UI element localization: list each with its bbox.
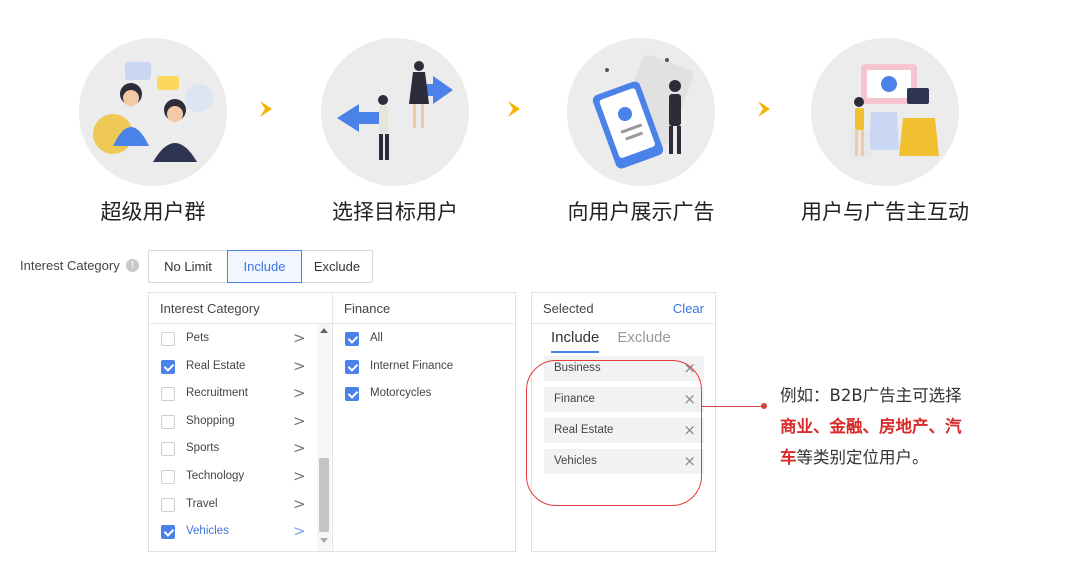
highlight-oval xyxy=(526,360,702,506)
scroll-down-icon[interactable] xyxy=(320,538,328,543)
chevron-right-icon[interactable]: > xyxy=(293,522,306,540)
checkbox[interactable] xyxy=(345,332,359,346)
chevron-right-icon[interactable]: > xyxy=(293,495,306,513)
step-title: 向用户展示广告 xyxy=(567,200,715,224)
chevron-right-icon[interactable]: > xyxy=(293,412,306,430)
checkbox[interactable] xyxy=(161,332,175,346)
annotation-highlight: 商业、金融、房地产、汽 xyxy=(780,417,962,436)
clear-button[interactable]: Clear xyxy=(673,301,704,316)
annotation-text: 例如：B2B广告主可选择 商业、金融、房地产、汽 车等类别定位用户。 xyxy=(780,380,1030,473)
finance-item-motorcycles[interactable]: Motorcycles xyxy=(333,379,515,407)
checkbox[interactable] xyxy=(161,442,175,457)
category-panel: Interest Category Pets > Real Estate > R… xyxy=(148,292,516,552)
category-label: Sports xyxy=(186,442,220,455)
category-label: Pets xyxy=(186,332,210,344)
category-item-recruitment[interactable]: Recruitment > xyxy=(149,379,317,407)
annotation-line-1: 例如：B2B广告主可选择 xyxy=(780,386,962,405)
annotation-connector-line xyxy=(702,406,764,407)
annotation-line-2: 商业、金融、房地产、汽 xyxy=(780,411,1030,442)
step-title: 超级用户群 xyxy=(100,200,206,224)
category-item-real-estate[interactable]: Real Estate > xyxy=(149,352,317,380)
category-scrollbar[interactable] xyxy=(317,324,331,551)
category-item-vehicles[interactable]: Vehicles > xyxy=(149,517,317,545)
interest-category-column: Interest Category Pets > Real Estate > R… xyxy=(149,293,333,551)
flow-step-1: 超级用户群 xyxy=(68,38,238,226)
annotation-line-3: 车等类别定位用户。 xyxy=(780,442,1030,473)
scroll-up-icon[interactable] xyxy=(320,328,328,333)
target-user-illustration-icon xyxy=(321,38,469,186)
finance-list: All Internet Finance Motorcycles xyxy=(333,324,515,407)
chevron-right-icon xyxy=(260,101,272,117)
info-icon[interactable]: ! xyxy=(126,259,139,272)
chevron-right-icon[interactable]: > xyxy=(293,357,306,375)
chevron-right-icon[interactable]: > xyxy=(293,384,306,402)
category-list: Pets > Real Estate > Recruitment > Shopp… xyxy=(149,324,317,545)
category-label: Vehicles xyxy=(186,525,229,538)
chevron-right-icon[interactable]: > xyxy=(293,439,306,457)
category-label: Recruitment xyxy=(186,387,248,400)
chevron-right-icon xyxy=(508,101,520,117)
flow-step-3: 向用户展示广告 xyxy=(556,38,726,226)
category-label: Real Estate xyxy=(186,359,246,372)
user-group-illustration-icon xyxy=(79,38,227,186)
annotation-highlight: 车 xyxy=(780,448,797,467)
option-exclude-button[interactable]: Exclude xyxy=(301,250,373,283)
interaction-illustration-icon xyxy=(811,38,959,186)
interest-mode-segmented-control: No Limit Include Exclude xyxy=(148,250,373,283)
selected-tabs: Include Exclude xyxy=(551,329,689,353)
flow-step-4: 用户与广告主互动 xyxy=(800,38,970,226)
checkbox[interactable] xyxy=(161,414,175,429)
finance-item-internet-finance[interactable]: Internet Finance xyxy=(333,352,515,380)
category-label: Technology xyxy=(186,469,245,482)
tab-exclude[interactable]: Exclude xyxy=(617,329,670,353)
option-include-button[interactable]: Include xyxy=(227,250,302,283)
checkbox[interactable] xyxy=(161,525,175,540)
checkbox[interactable] xyxy=(161,497,175,512)
checkbox[interactable] xyxy=(345,387,359,402)
category-item-technology[interactable]: Technology > xyxy=(149,462,317,490)
category-item-pets[interactable]: Pets > xyxy=(149,324,317,352)
step-title: 选择目标用户 xyxy=(332,200,458,224)
annotation-tail: 等类别定位用户。 xyxy=(796,448,929,467)
finance-item-all[interactable]: All xyxy=(333,324,515,352)
checkbox[interactable] xyxy=(161,359,175,374)
selected-header: Selected Clear xyxy=(532,293,715,324)
option-no-limit-button[interactable]: No Limit xyxy=(148,250,228,283)
filter-label: Interest Category xyxy=(20,258,120,273)
step-title: 用户与广告主互动 xyxy=(801,200,969,224)
scrollbar-thumb[interactable] xyxy=(319,458,329,532)
finance-column: Finance All Internet Finance Motorcycles xyxy=(333,293,515,551)
category-label: Travel xyxy=(186,497,218,510)
checkbox[interactable] xyxy=(345,359,359,374)
checkbox[interactable] xyxy=(161,387,175,402)
category-label: Shopping xyxy=(186,414,235,427)
column-header: Interest Category xyxy=(149,293,332,324)
chevron-right-icon xyxy=(758,101,770,117)
annotation-connector-dot xyxy=(761,403,767,409)
category-item-shopping[interactable]: Shopping > xyxy=(149,407,317,435)
category-item-sports[interactable]: Sports > xyxy=(149,434,317,462)
flow-step-2: 选择目标用户 xyxy=(310,38,480,226)
category-item-travel[interactable]: Travel > xyxy=(149,490,317,518)
finance-label: All xyxy=(370,332,383,344)
tab-include[interactable]: Include xyxy=(551,329,600,353)
checkbox[interactable] xyxy=(161,469,175,484)
finance-label: Motorcycles xyxy=(370,387,432,400)
chevron-right-icon[interactable]: > xyxy=(293,467,306,485)
finance-label: Internet Finance xyxy=(370,359,454,372)
selected-title: Selected xyxy=(543,301,594,316)
column-header: Finance xyxy=(333,293,515,324)
show-ad-illustration-icon xyxy=(567,38,715,186)
chevron-right-icon[interactable]: > xyxy=(293,329,306,347)
